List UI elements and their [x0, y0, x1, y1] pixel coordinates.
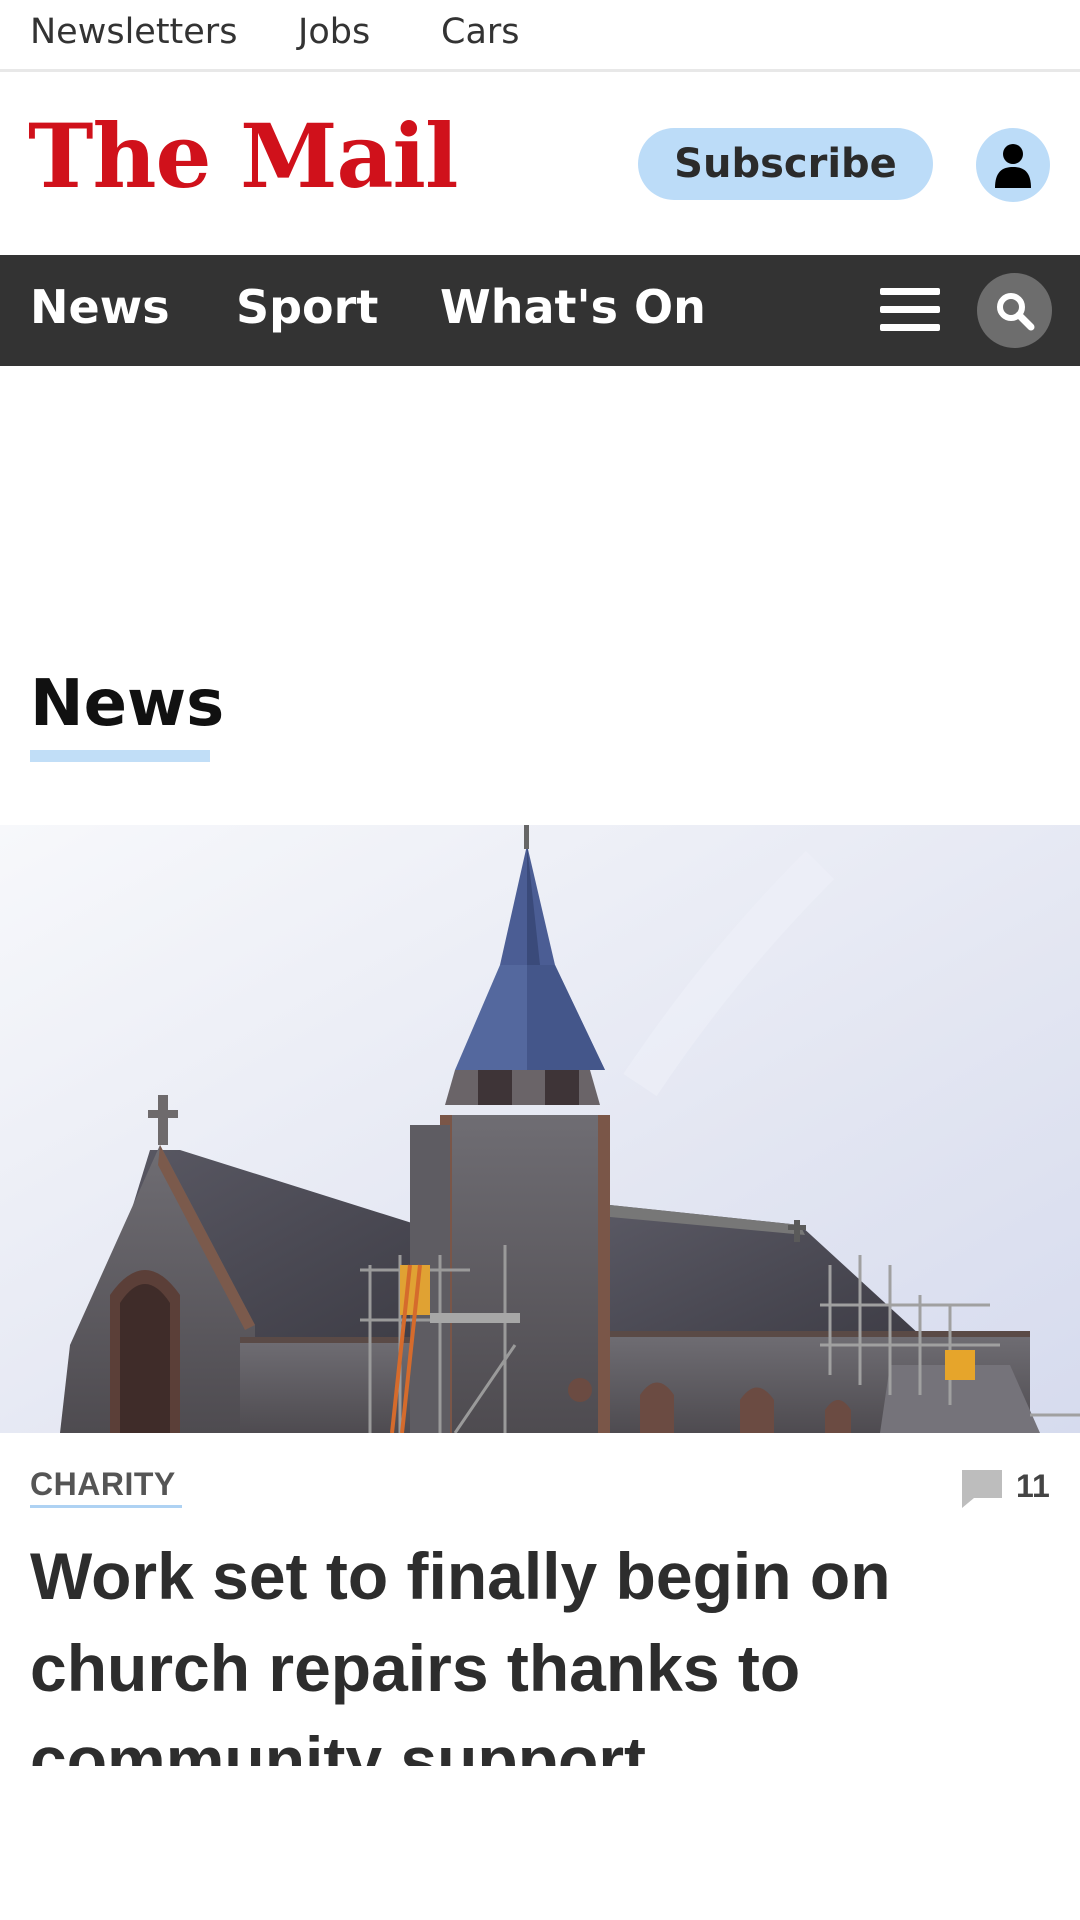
nav-item-news[interactable]: News: [30, 255, 170, 366]
church-photo: [0, 825, 1080, 1433]
cars-link[interactable]: Cars: [441, 0, 520, 64]
category-underline: [30, 1505, 182, 1508]
comment-icon[interactable]: [960, 1468, 1004, 1510]
article-headline[interactable]: Work set to finally begin on church repa…: [30, 1530, 1030, 1766]
comment-count[interactable]: 11: [1016, 1470, 1050, 1502]
newsletters-link[interactable]: Newsletters: [30, 0, 237, 64]
masthead: The Mail Subscribe: [0, 72, 1080, 255]
search-icon: [996, 292, 1034, 330]
brand-logo[interactable]: The Mail: [28, 112, 458, 200]
section-title: News: [30, 667, 225, 741]
article-category[interactable]: CHARITY: [30, 1468, 176, 1500]
subscribe-button[interactable]: Subscribe: [638, 128, 933, 200]
hamburger-icon[interactable]: [880, 288, 942, 334]
section-title-underline: [30, 750, 210, 762]
jobs-link[interactable]: Jobs: [298, 0, 370, 64]
utility-bar: Newsletters Jobs Cars: [0, 0, 1080, 72]
person-icon: [995, 144, 1031, 188]
nav-item-sport[interactable]: Sport: [236, 255, 378, 366]
article-image[interactable]: [0, 825, 1080, 1433]
article-headline-container: Work set to finally begin on church repa…: [30, 1530, 1030, 1766]
search-button[interactable]: [977, 273, 1052, 348]
account-button[interactable]: [976, 128, 1050, 202]
nav-item-whats-on[interactable]: What's On: [440, 255, 706, 366]
